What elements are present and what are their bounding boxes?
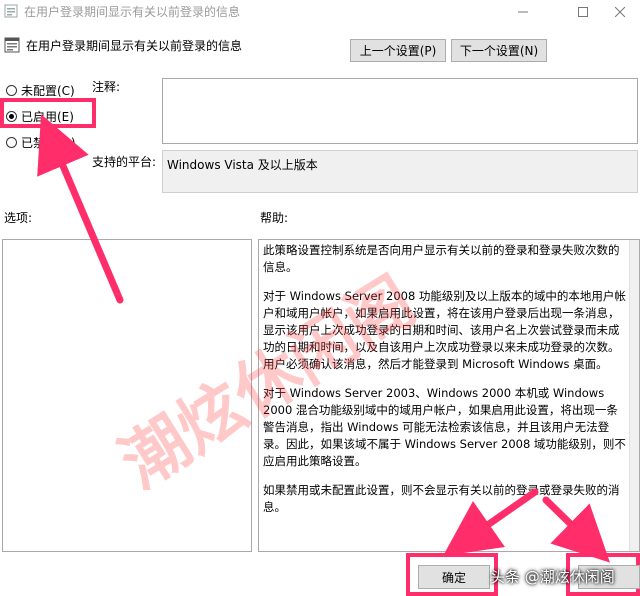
arrow-to-enabled [37,114,124,304]
annotation-arrows [37,114,611,563]
arrow-to-cancel [542,496,611,563]
arrow-to-ok [443,488,539,556]
credit-text: 头条 @潮炫休闲阁 [490,568,615,586]
